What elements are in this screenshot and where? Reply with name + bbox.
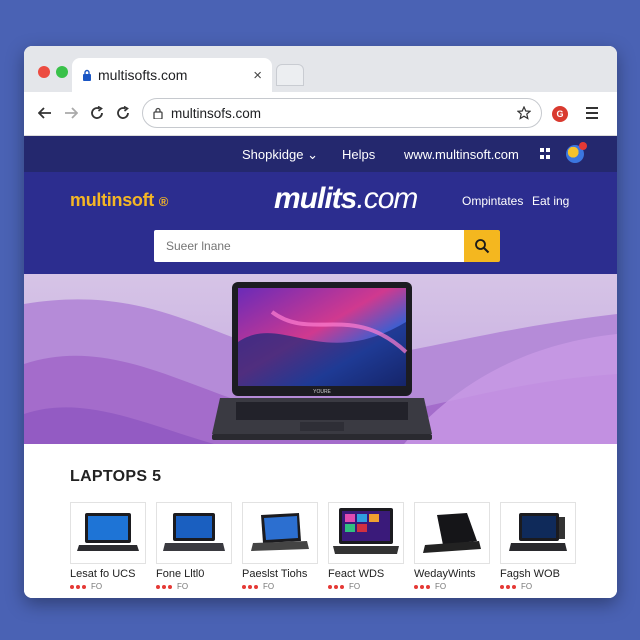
product-card[interactable]: Lesat fo UCS FO xyxy=(70,502,146,591)
product-card[interactable]: Feact WDS FO xyxy=(328,502,404,591)
browser-tab[interactable]: multisofts.com × xyxy=(72,58,272,92)
search-button[interactable] xyxy=(464,230,500,262)
search-bar xyxy=(154,230,500,262)
forward-icon[interactable] xyxy=(62,104,80,122)
product-rating: FO xyxy=(414,582,490,591)
product-card[interactable]: Fagsh WOB FO xyxy=(500,502,576,591)
nav-link-helps[interactable]: Helps xyxy=(342,147,375,162)
product-name[interactable]: WedayWints xyxy=(414,568,490,580)
product-rating: FO xyxy=(328,582,404,591)
tab-title: multisofts.com xyxy=(98,67,188,83)
tab-bar: multisofts.com × xyxy=(24,46,617,92)
site-logo[interactable]: multinsoft ® xyxy=(70,190,168,211)
chevron-down-icon: ⌄ xyxy=(307,147,318,162)
product-thumbnail[interactable] xyxy=(156,502,232,564)
header-link-2[interactable]: Eat ing xyxy=(532,194,569,208)
bookmark-star-icon[interactable] xyxy=(517,106,531,120)
close-window-button[interactable] xyxy=(38,66,50,78)
search-icon xyxy=(475,239,490,254)
laptop-image: YOURE xyxy=(212,282,432,440)
browser-window: multisofts.com × multinsofs.com G Shopki… xyxy=(24,46,617,598)
brand-wordmark: mulits.com xyxy=(274,182,418,215)
back-icon[interactable] xyxy=(36,104,54,122)
product-thumbnail[interactable] xyxy=(70,502,146,564)
apps-grid-icon[interactable] xyxy=(540,148,551,159)
laptop-brand: YOURE xyxy=(313,389,331,395)
product-thumbnail[interactable] xyxy=(242,502,318,564)
notification-dot xyxy=(579,142,587,150)
address-bar[interactable]: multinsofs.com xyxy=(142,98,542,128)
product-thumbnail[interactable] xyxy=(414,502,490,564)
product-card[interactable]: Paeslst Tiohs FO xyxy=(242,502,318,591)
product-name[interactable]: Fone Lltl0 xyxy=(156,568,232,580)
search-input[interactable] xyxy=(154,230,464,262)
maximize-window-button[interactable] xyxy=(56,66,68,78)
product-thumbnail[interactable] xyxy=(500,502,576,564)
product-rating: FO xyxy=(242,582,318,591)
nav-link-website[interactable]: www.multinsoft.com xyxy=(404,147,519,162)
new-tab-button[interactable] xyxy=(276,64,304,86)
product-name[interactable]: Paeslst Tiohs xyxy=(242,568,318,580)
product-section: LAPTOPS 5 Lesat fo UCS FO Fone Lltl0 FO … xyxy=(24,444,617,598)
browser-toolbar: multinsofs.com G xyxy=(24,92,617,136)
product-name[interactable]: Lesat fo UCS xyxy=(70,568,146,580)
product-rating: FO xyxy=(500,582,576,591)
hero-banner: YOURE xyxy=(24,274,617,444)
nav-link-shop[interactable]: Shopkidge ⌄ xyxy=(242,147,318,163)
product-card[interactable]: WedayWints FO xyxy=(414,502,490,591)
product-name[interactable]: Feact WDS xyxy=(328,568,404,580)
reload-icon[interactable] xyxy=(88,104,106,122)
site-header: multinsoft ® mulits.com Ompintates Eat i… xyxy=(24,172,617,274)
extension-icon[interactable]: G xyxy=(552,106,568,122)
product-card[interactable]: Fone Lltl0 FO xyxy=(156,502,232,591)
lock-icon xyxy=(153,107,163,119)
lock-icon xyxy=(83,69,91,81)
product-rating: FO xyxy=(70,582,146,591)
product-name[interactable]: Fagsh WOB xyxy=(500,568,576,580)
section-title: LAPTOPS 5 xyxy=(70,468,162,485)
address-url[interactable]: multinsofs.com xyxy=(171,106,517,121)
tab-close-icon[interactable]: × xyxy=(253,67,262,84)
product-rating: FO xyxy=(156,582,232,591)
site-top-nav: Shopkidge ⌄ Helps www.multinsoft.com xyxy=(24,136,617,172)
menu-icon[interactable] xyxy=(586,104,598,122)
reload-alt-icon[interactable] xyxy=(114,104,132,122)
header-link-1[interactable]: Ompintates xyxy=(462,194,523,208)
product-thumbnail[interactable] xyxy=(328,502,404,564)
